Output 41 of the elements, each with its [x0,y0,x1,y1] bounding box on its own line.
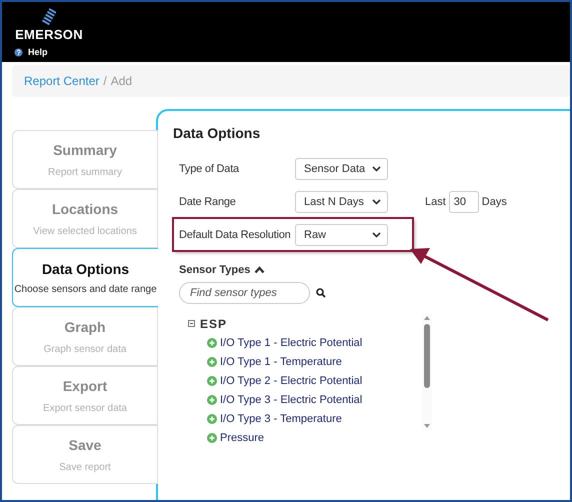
select-field[interactable]: Raw [295,224,388,246]
tree-node-label[interactable]: ESP [200,316,228,330]
add-icon[interactable] [207,414,217,424]
field-label: Type of Data [179,162,240,174]
caret-down-icon [372,232,381,238]
sensor-type-item[interactable]: I/O Type 3 - Temperature [220,412,342,424]
step-tab[interactable]: Data Options Choose sensors and date range [12,248,158,307]
add-icon[interactable] [207,432,217,442]
panel-title: Data Options [173,125,262,141]
add-icon[interactable] [207,356,217,366]
select-field[interactable]: Last N Days [295,190,388,212]
chevron-up-icon[interactable] [254,266,266,274]
sensor-type-item[interactable]: I/O Type 3 - Electric Potential [220,394,362,406]
field-label: Date Range [179,196,237,208]
caret-down-icon [372,198,381,204]
search-icon[interactable] [316,288,326,298]
logo-text: EMERSON [15,27,83,42]
sensor-type-item[interactable]: I/O Type 2 - Electric Potential [220,374,362,386]
field-label: Days [482,196,507,208]
help-icon[interactable] [14,48,23,56]
add-icon[interactable] [207,376,217,386]
collapse-icon[interactable] [188,320,195,327]
field-label: Last [425,196,446,208]
sensor-type-item[interactable]: I/O Type 1 - Temperature [220,356,342,368]
scrollbar[interactable] [422,314,432,430]
add-icon[interactable] [207,338,217,348]
breadcrumb-current: Add [110,74,132,88]
help-link[interactable]: Help [28,47,48,57]
sensor-type-item[interactable]: I/O Type 1 - Electric Potential [220,336,362,348]
caret-down-icon [372,166,381,172]
field-label: Default Data Resolution [179,228,292,240]
select-field[interactable]: Sensor Data [295,158,388,180]
search-field[interactable]: Find sensor types [179,282,310,304]
scroll-up-icon[interactable] [424,316,430,320]
sensor-type-item[interactable]: Pressure [220,432,264,444]
add-icon[interactable] [207,394,217,404]
section-title: Sensor Types [179,264,250,276]
logo-mark-icon [42,8,56,26]
scroll-down-icon[interactable] [424,424,430,428]
days-input[interactable]: 30 [448,190,479,212]
breadcrumb-separator: / [103,74,107,88]
